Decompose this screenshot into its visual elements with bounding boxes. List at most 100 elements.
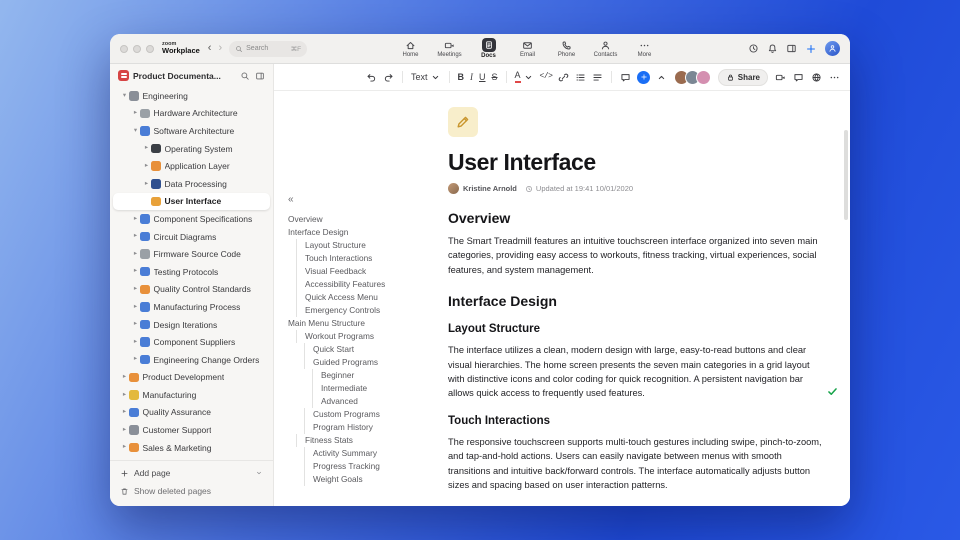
outline-item-emergency-controls[interactable]: Emergency Controls [296,304,438,317]
text-style-button[interactable]: Text [411,68,441,86]
web-icon[interactable] [811,72,822,83]
notifications-bell-icon[interactable] [767,43,778,54]
tab-meetings[interactable]: Meetings [431,36,468,61]
chevron-icon[interactable]: ▸ [131,303,140,311]
section-heading-overview[interactable]: Overview [448,210,824,226]
code-button[interactable]: </> [540,68,553,86]
paragraph-text[interactable]: The interface utilizes a clean, modern d… [448,343,824,401]
collaborator-avatar[interactable] [695,69,711,85]
bold-button[interactable]: B [458,68,465,86]
outline-item-intermediate[interactable]: Intermediate [312,382,438,395]
outline-item-fitness-stats[interactable]: Fitness Stats [296,434,438,447]
tab-contacts[interactable]: Contacts [587,36,624,61]
text-color-button[interactable]: A [514,68,534,86]
outline-item-advanced[interactable]: Advanced [312,395,438,408]
sidebar-item-manufacturing[interactable]: ▸ Manufacturing [113,386,270,404]
outline-item-quick-access-menu[interactable]: Quick Access Menu [296,291,438,304]
show-deleted-pages-button[interactable]: Show deleted pages [116,482,267,500]
sidebar-item-engineering-change-orders[interactable]: ▸ Engineering Change Orders [113,351,270,369]
sidebar-item-component-specifications[interactable]: ▸ Component Specifications [113,210,270,228]
outline-item-activity-summary[interactable]: Activity Summary [304,447,438,460]
sidebar-item-operating-system[interactable]: ▸ Operating System [113,140,270,158]
tab-email[interactable]: Email [509,36,546,61]
minimize-window-button[interactable] [133,44,141,53]
chevron-icon[interactable]: ▸ [131,286,140,293]
outline-item-workout-programs[interactable]: Workout Programs [296,330,438,343]
document-title[interactable]: User Interface [448,149,824,176]
user-avatar[interactable] [825,41,840,56]
zoom-window-button[interactable] [146,44,154,53]
underline-button[interactable]: U [479,68,486,86]
sidebar-item-software-architecture[interactable]: ▾ Software Architecture [113,122,270,140]
sidebar-collapse-icon[interactable] [255,71,265,81]
sidebar-item-application-layer[interactable]: ▸ Application Layer [113,157,270,175]
section-heading-layout-structure[interactable]: Layout Structure [448,323,824,335]
sidebar-item-firmware-source-code[interactable]: ▸ Firmware Source Code [113,245,270,263]
document-body[interactable]: User Interface Kristine Arnold Updated a… [446,91,850,506]
insert-button[interactable] [637,70,651,84]
sidebar-item-testing-protocols[interactable]: ▸ Testing Protocols [113,263,270,281]
global-search-input[interactable]: Search ⌘F [229,40,308,57]
sidebar-item-data-processing[interactable]: ▸ Data Processing [113,175,270,193]
chevron-icon[interactable]: ▸ [131,356,140,363]
document-emoji-icon[interactable] [448,107,478,137]
chevron-icon[interactable]: ▸ [120,374,129,381]
forward-button[interactable]: › [218,43,222,54]
workspace-title[interactable]: Product Documenta... [133,71,236,81]
outline-item-accessibility-features[interactable]: Accessibility Features [296,278,438,291]
outline-item-weight-goals[interactable]: Weight Goals [304,473,438,486]
chevron-icon[interactable]: ▸ [131,250,140,258]
link-button[interactable] [558,68,569,86]
tab-phone[interactable]: Phone [548,36,585,61]
scrollbar-thumb[interactable] [844,130,848,220]
chevron-icon[interactable]: ▸ [131,110,140,117]
add-page-button[interactable]: Add page [116,464,267,482]
outline-item-touch-interactions[interactable]: Touch Interactions [296,252,438,265]
sidebar-item-customer-support[interactable]: ▸ Customer Support [113,421,270,439]
sidebar-item-circuit-diagrams[interactable]: ▸ Circuit Diagrams [113,228,270,246]
outline-item-progress-tracking[interactable]: Progress Tracking [304,460,438,473]
resolved-check-icon[interactable] [827,386,838,397]
section-heading-interface-design[interactable]: Interface Design [448,293,824,309]
sidebar-item-engineering[interactable]: ▾ Engineering [113,87,270,105]
chevron-icon[interactable]: ▸ [142,162,151,170]
tab-more[interactable]: More [626,36,663,61]
outline-item-overview[interactable]: Overview [288,213,438,226]
sidebar-item-quality-assurance[interactable]: ▸ Quality Assurance [113,404,270,422]
strikethrough-button[interactable]: S [492,68,498,86]
undo-button[interactable] [366,68,377,86]
outline-item-main-menu-structure[interactable]: Main Menu Structure [288,317,438,330]
outline-collapse-button[interactable]: « [288,195,438,205]
chevron-icon[interactable]: ▸ [120,426,129,434]
sidebar-search-icon[interactable] [240,71,250,81]
collapse-toolbar-button[interactable] [656,68,667,86]
share-button[interactable]: Share [717,68,768,86]
chevron-icon[interactable]: ▸ [131,233,140,240]
italic-button[interactable]: I [470,68,473,86]
sidebar-item-user-interface[interactable]: User Interface [113,192,270,211]
close-window-button[interactable] [120,44,128,53]
paragraph-text[interactable]: The Smart Treadmill features an intuitiv… [448,234,824,277]
chevron-icon[interactable]: ▸ [120,409,129,416]
sidebar-item-sales-marketing[interactable]: ▸ Sales & Marketing [113,439,270,457]
comment-button[interactable] [620,68,631,86]
new-item-plus-icon[interactable] [805,43,817,55]
chevron-icon[interactable]: ▸ [120,391,129,399]
tab-docs[interactable]: Docs [470,36,507,61]
outline-item-quick-start[interactable]: Quick Start [304,343,438,356]
section-heading-touch-interactions[interactable]: Touch Interactions [448,415,824,427]
align-button[interactable] [592,68,603,86]
sidebar-item-component-suppliers[interactable]: ▸ Component Suppliers [113,333,270,351]
outline-item-beginner[interactable]: Beginner [312,369,438,382]
chat-icon[interactable] [793,72,804,83]
chevron-icon[interactable]: ▸ [131,338,140,346]
chevron-icon[interactable]: ▸ [131,321,140,328]
back-button[interactable]: ‹ [208,43,212,54]
redo-button[interactable] [383,68,394,86]
sidebar-item-design-iterations[interactable]: ▸ Design Iterations [113,316,270,334]
panel-toggle-icon[interactable] [786,43,797,54]
chevron-down-icon[interactable] [255,469,263,477]
chevron-icon[interactable]: ▸ [131,268,140,275]
outline-item-visual-feedback[interactable]: Visual Feedback [296,265,438,278]
sidebar-item-quality-control-standards[interactable]: ▸ Quality Control Standards [113,281,270,299]
